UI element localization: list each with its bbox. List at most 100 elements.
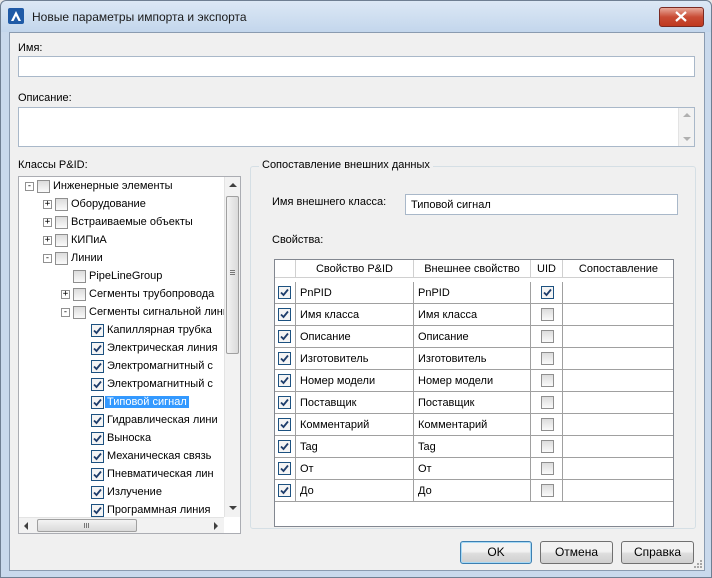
- uid-cell[interactable]: [531, 436, 563, 458]
- row-include-checkbox[interactable]: [278, 330, 291, 343]
- properties-grid[interactable]: Свойство P&ID Внешнее свойство UID Сопостав…: [274, 259, 674, 527]
- collapse-icon[interactable]: -: [25, 182, 34, 191]
- uid-checkbox[interactable]: [541, 484, 554, 497]
- uid-cell[interactable]: [531, 480, 563, 502]
- uid-cell[interactable]: [531, 414, 563, 436]
- mapping-cell[interactable]: [563, 414, 673, 436]
- mapping-cell[interactable]: [563, 326, 673, 348]
- scroll-up-icon[interactable]: [229, 183, 237, 187]
- expand-icon[interactable]: +: [43, 236, 52, 245]
- row-include-checkbox[interactable]: [278, 352, 291, 365]
- uid-cell[interactable]: [531, 282, 563, 304]
- mapping-cell[interactable]: [563, 348, 673, 370]
- external-property-cell[interactable]: PnPID: [414, 282, 531, 304]
- uid-checkbox[interactable]: [541, 286, 554, 299]
- tree-item[interactable]: Механическая связь: [19, 448, 224, 466]
- tree-item-checkbox[interactable]: [91, 414, 104, 427]
- tree-item[interactable]: Гидравлическая лини: [19, 412, 224, 430]
- mapping-cell[interactable]: [563, 480, 673, 502]
- pid-property-cell[interactable]: Tag: [296, 436, 414, 458]
- pid-property-cell[interactable]: Описание: [296, 326, 414, 348]
- uid-cell[interactable]: [531, 370, 563, 392]
- close-button[interactable]: [659, 7, 704, 27]
- tree-item-checkbox[interactable]: [91, 504, 104, 517]
- mapping-cell[interactable]: [563, 370, 673, 392]
- pid-property-cell[interactable]: До: [296, 480, 414, 502]
- tree-item-checkbox[interactable]: [91, 342, 104, 355]
- tree-item-checkbox[interactable]: [55, 252, 68, 265]
- tree-item[interactable]: Излучение: [19, 484, 224, 502]
- tree-item-checkbox[interactable]: [91, 324, 104, 337]
- external-property-cell[interactable]: Описание: [414, 326, 531, 348]
- external-property-cell[interactable]: Поставщик: [414, 392, 531, 414]
- grid-row-select-cell[interactable]: [275, 458, 296, 480]
- tree-item[interactable]: + КИПиА: [19, 232, 224, 250]
- tree-item[interactable]: - Инженерные элементы: [19, 178, 224, 196]
- pid-property-cell[interactable]: PnPID: [296, 282, 414, 304]
- mapping-cell[interactable]: [563, 436, 673, 458]
- uid-cell[interactable]: [531, 348, 563, 370]
- uid-cell[interactable]: [531, 326, 563, 348]
- tree-item-checkbox[interactable]: [91, 432, 104, 445]
- tree-item-checkbox[interactable]: [55, 198, 68, 211]
- description-scrollbar[interactable]: [678, 108, 694, 146]
- help-button[interactable]: Справка: [621, 541, 694, 564]
- pid-property-cell[interactable]: Поставщик: [296, 392, 414, 414]
- row-include-checkbox[interactable]: [278, 308, 291, 321]
- grid-row-select-cell[interactable]: [275, 392, 296, 414]
- grid-row-select-cell[interactable]: [275, 282, 296, 304]
- resize-grip-icon[interactable]: [693, 559, 703, 569]
- tree-scroll-thumb[interactable]: [226, 196, 239, 354]
- grid-column-header[interactable]: Внешнее свойство: [414, 260, 531, 278]
- tree-item[interactable]: - Линии: [19, 250, 224, 268]
- row-include-checkbox[interactable]: [278, 418, 291, 431]
- tree-item[interactable]: Электромагнитный с: [19, 358, 224, 376]
- row-include-checkbox[interactable]: [278, 440, 291, 453]
- uid-cell[interactable]: [531, 304, 563, 326]
- tree-hscroll-thumb[interactable]: [37, 519, 137, 532]
- mapping-cell[interactable]: [563, 458, 673, 480]
- ok-button[interactable]: OK: [460, 541, 532, 564]
- scroll-down-icon[interactable]: [229, 506, 237, 510]
- uid-checkbox[interactable]: [541, 352, 554, 365]
- pid-property-cell[interactable]: Имя класса: [296, 304, 414, 326]
- uid-checkbox[interactable]: [541, 308, 554, 321]
- tree-item-checkbox[interactable]: [91, 396, 104, 409]
- grid-row-select-cell[interactable]: [275, 414, 296, 436]
- grid-row-select-cell[interactable]: [275, 370, 296, 392]
- scroll-left-icon[interactable]: [24, 522, 28, 530]
- tree-item-checkbox[interactable]: [55, 234, 68, 247]
- mapping-cell[interactable]: [563, 304, 673, 326]
- tree-vertical-scrollbar[interactable]: [224, 177, 240, 517]
- pid-property-cell[interactable]: Изготовитель: [296, 348, 414, 370]
- tree-item-checkbox[interactable]: [55, 216, 68, 229]
- mapping-cell[interactable]: [563, 392, 673, 414]
- tree-item-checkbox[interactable]: [73, 306, 86, 319]
- tree-item[interactable]: Электромагнитный с: [19, 376, 224, 394]
- expand-icon[interactable]: +: [43, 218, 52, 227]
- title-bar[interactable]: Новые параметры импорта и экспорта: [1, 1, 711, 32]
- uid-checkbox[interactable]: [541, 396, 554, 409]
- grid-row-select-cell[interactable]: [275, 480, 296, 502]
- tree-item[interactable]: + Оборудование: [19, 196, 224, 214]
- tree-horizontal-scrollbar[interactable]: [19, 517, 224, 533]
- external-property-cell[interactable]: Изготовитель: [414, 348, 531, 370]
- tree-item[interactable]: Электрическая линия: [19, 340, 224, 358]
- uid-checkbox[interactable]: [541, 374, 554, 387]
- tree-item-checkbox[interactable]: [37, 180, 50, 193]
- external-property-cell[interactable]: Tag: [414, 436, 531, 458]
- tree-item-checkbox[interactable]: [91, 378, 104, 391]
- row-include-checkbox[interactable]: [278, 286, 291, 299]
- cancel-button[interactable]: Отмена: [540, 541, 613, 564]
- description-field[interactable]: [18, 107, 695, 147]
- uid-checkbox[interactable]: [541, 330, 554, 343]
- tree-item[interactable]: PipeLineGroup: [19, 268, 224, 286]
- expand-icon[interactable]: +: [61, 290, 70, 299]
- pid-property-cell[interactable]: Номер модели: [296, 370, 414, 392]
- tree-item-checkbox[interactable]: [91, 360, 104, 373]
- grid-row-select-cell[interactable]: [275, 304, 296, 326]
- external-property-cell[interactable]: Комментарий: [414, 414, 531, 436]
- external-property-cell[interactable]: Имя класса: [414, 304, 531, 326]
- tree-item[interactable]: + Сегменты трубопровода: [19, 286, 224, 304]
- tree-item-checkbox[interactable]: [91, 486, 104, 499]
